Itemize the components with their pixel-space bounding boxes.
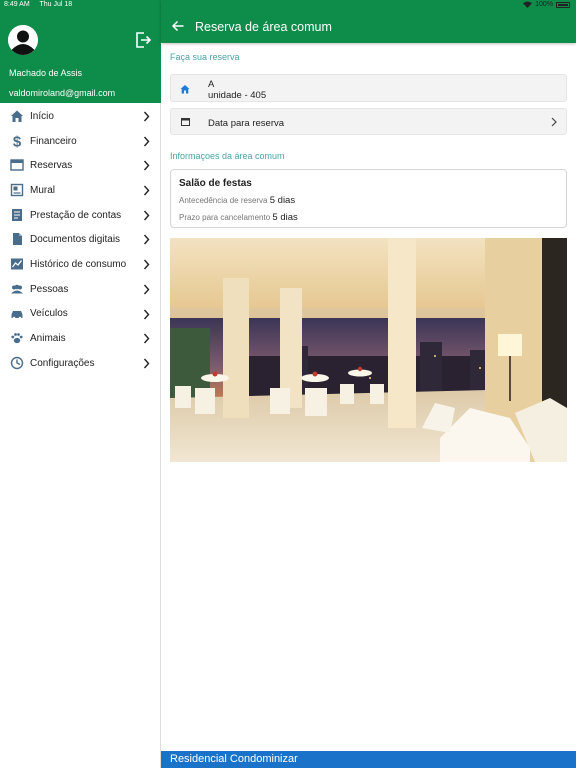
date-picker-label: Data para reserva <box>208 118 285 129</box>
sidebar-item-label: Animais <box>30 333 66 345</box>
sidebar-item-historico-de-consumo[interactable]: Histórico de consumo <box>0 252 160 277</box>
sidebar-item-mural[interactable]: Mural <box>0 178 160 203</box>
sidebar-item-configuracoes[interactable]: Configurações <box>0 351 160 376</box>
board-icon <box>10 183 24 197</box>
area-info-card: Salão de festas Antecedência de reserva … <box>170 169 567 228</box>
home-icon <box>180 85 190 94</box>
sidebar-item-prestacao-de-contas[interactable]: Prestação de contas <box>0 203 160 228</box>
unit-card[interactable]: A unidade - 405 <box>170 74 567 102</box>
antecedencia-label: Antecedência de reserva <box>179 196 268 205</box>
avatar[interactable] <box>8 25 38 55</box>
sidebar-header: Machado de Assis valdomiroland@gmail.com <box>0 0 161 103</box>
sidebar-item-pessoas[interactable]: Pessoas <box>0 277 160 302</box>
sidebar-item-animais[interactable]: Animais <box>0 326 160 351</box>
home-icon <box>10 109 24 123</box>
reservation-section-title: Faça sua reserva <box>170 52 240 62</box>
sidebar-item-financeiro[interactable]: $ Financeiro <box>0 129 160 154</box>
svg-text:$: $ <box>13 134 22 148</box>
sidebar-item-documentos-digitais[interactable]: Documentos digitais <box>0 227 160 252</box>
antecedencia-row: Antecedência de reserva 5 dias <box>179 195 295 206</box>
people-icon <box>10 282 24 296</box>
footer-bar: Residencial Condominizar <box>161 751 576 768</box>
report-icon <box>10 208 24 222</box>
sidebar-item-label: Configurações <box>30 357 95 369</box>
antecedencia-value: 5 dias <box>269 195 296 206</box>
logout-icon[interactable] <box>134 31 152 49</box>
chevron-right-icon <box>143 333 150 344</box>
sidebar-item-label: Reservas <box>30 160 73 172</box>
sidebar-item-inicio[interactable]: Início <box>0 104 160 129</box>
sidebar-item-label: Veículos <box>30 308 68 320</box>
user-avatar-icon <box>8 25 38 55</box>
unit-block: A <box>208 79 215 90</box>
app-header: Reserva de área comum <box>161 0 576 43</box>
footer-title: Residencial Condominizar <box>170 753 298 765</box>
sidebar-item-label: Documentos digitais <box>30 234 121 246</box>
date-picker-row[interactable]: Data para reserva <box>170 108 567 135</box>
chevron-right-icon <box>143 358 150 369</box>
sidebar-item-reservas[interactable]: Reservas <box>0 153 160 178</box>
settings-icon <box>10 356 24 370</box>
car-icon <box>10 307 24 321</box>
chevron-right-icon <box>551 117 557 127</box>
area-name: Salão de festas <box>179 178 252 189</box>
sidebar-item-label: Mural <box>30 184 56 196</box>
paw-icon <box>10 331 24 345</box>
sidebar-item-label: Pessoas <box>30 283 69 295</box>
chevron-right-icon <box>143 210 150 221</box>
page-title: Reserva de área comum <box>195 20 332 34</box>
sidebar: Machado de Assis valdomiroland@gmail.com… <box>0 0 161 768</box>
area-photo <box>170 238 567 462</box>
document-icon <box>10 232 24 246</box>
chevron-right-icon <box>143 234 150 245</box>
user-name: Machado de Assis <box>9 68 83 78</box>
chart-icon <box>10 257 24 271</box>
chevron-right-icon <box>143 185 150 196</box>
chevron-right-icon <box>143 136 150 147</box>
chevron-right-icon <box>143 309 150 319</box>
sidebar-item-label: Início <box>30 110 54 122</box>
sidebar-item-label: Financeiro <box>30 135 77 147</box>
prazo-row: Prazo para cancelamento 5 dias <box>179 212 298 223</box>
chevron-right-icon <box>143 284 150 295</box>
info-section-title: Informaçoes da área comum <box>170 151 285 161</box>
sidebar-item-label: Prestação de contas <box>30 209 122 221</box>
chevron-right-icon <box>143 259 150 270</box>
dollar-icon: $ <box>10 134 24 148</box>
user-email: valdomiroland@gmail.com <box>9 88 116 98</box>
prazo-label: Prazo para cancelamento <box>179 213 271 222</box>
sidebar-item-label: Histórico de consumo <box>30 258 127 270</box>
sidebar-item-veiculos[interactable]: Veículos <box>0 302 160 327</box>
unit-name: unidade - 405 <box>208 90 267 101</box>
calendar-icon <box>181 118 190 126</box>
sidebar-menu: Início $ Financeiro Reservas Mural Prest… <box>0 104 160 376</box>
back-arrow-icon[interactable] <box>171 19 185 33</box>
chevron-right-icon <box>143 160 150 171</box>
prazo-value: 5 dias <box>272 212 298 223</box>
chevron-right-icon <box>143 111 150 122</box>
calendar-icon <box>10 158 24 172</box>
